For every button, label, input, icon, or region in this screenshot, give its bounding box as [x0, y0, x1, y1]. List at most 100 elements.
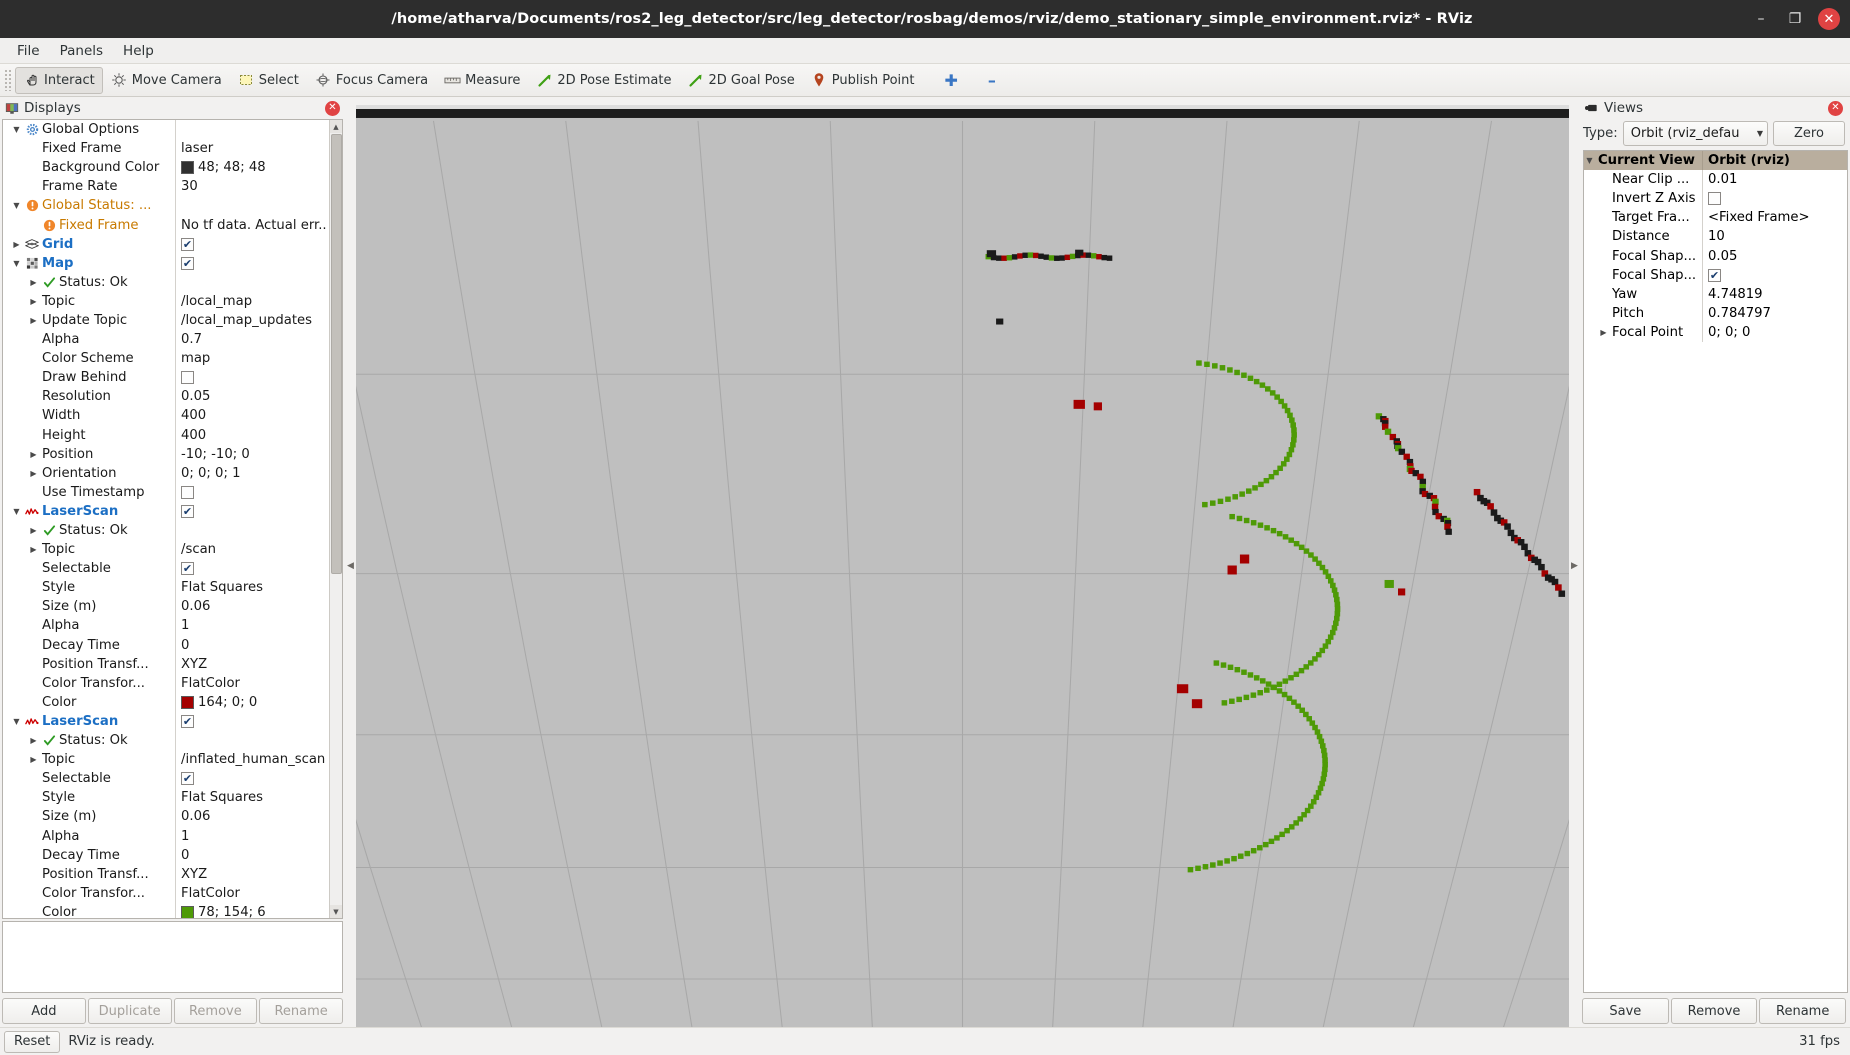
display-property-row[interactable]: Fixed Frame No tf data. Actual err..: [3, 215, 329, 235]
display-property-row[interactable]: Draw Behind: [3, 368, 329, 388]
close-button[interactable]: ✕: [1818, 8, 1840, 30]
display-property-row[interactable]: Color Transfor... FlatColor: [3, 673, 329, 693]
display-property-row[interactable]: Selectable ✔: [3, 769, 329, 789]
property-value-cell[interactable]: /local_map: [175, 291, 329, 311]
displays-tree[interactable]: Global OptionsFixed FramelaserBackground…: [3, 120, 329, 918]
checkbox[interactable]: [1708, 192, 1721, 206]
color-swatch[interactable]: [181, 905, 194, 918]
chevron-right-icon[interactable]: [1598, 328, 1609, 337]
tool-2d-goal-pose[interactable]: 2D Goal Pose: [679, 67, 802, 94]
display-property-row[interactable]: Topic/inflated_human_scan: [3, 750, 329, 770]
display-property-row[interactable]: Global Options: [3, 120, 329, 140]
property-value-cell[interactable]: 1: [175, 826, 329, 846]
property-value-cell[interactable]: -10; -10; 0: [175, 444, 329, 464]
view-property-row[interactable]: Near Clip ... 0.01: [1584, 170, 1847, 190]
view-property-value-cell[interactable]: ✔: [1702, 265, 1847, 285]
checkbox[interactable]: ✔: [181, 256, 194, 270]
display-property-row[interactable]: Global Status: ...: [3, 196, 329, 216]
display-property-row[interactable]: Alpha 1: [3, 616, 329, 636]
view-property-value-cell[interactable]: 0; 0; 0: [1702, 322, 1847, 342]
property-value-cell[interactable]: 0.06: [175, 597, 329, 617]
property-value-cell[interactable]: ✔: [175, 253, 329, 273]
display-property-row[interactable]: Color 164; 0; 0: [3, 692, 329, 712]
view-property-row[interactable]: Pitch 0.784797: [1584, 303, 1847, 323]
property-value-cell[interactable]: ✔: [175, 559, 329, 579]
checkbox[interactable]: [181, 485, 194, 499]
property-value-cell[interactable]: 30: [175, 177, 329, 197]
display-property-row[interactable]: Selectable ✔: [3, 559, 329, 579]
view-property-value-cell[interactable]: 10: [1702, 227, 1847, 247]
property-value-cell[interactable]: [175, 731, 329, 751]
display-property-row[interactable]: Color Transfor... FlatColor: [3, 883, 329, 903]
displays-scrollbar[interactable]: ▲ ▼: [329, 120, 342, 918]
3d-render-view[interactable]: [356, 105, 1569, 1027]
add-tool-icon[interactable]: ✚: [936, 67, 965, 94]
close-icon[interactable]: ✕: [1828, 100, 1843, 116]
menu-help[interactable]: Help: [114, 40, 163, 62]
property-value-cell[interactable]: 0.7: [175, 330, 329, 350]
tool-select[interactable]: Select: [230, 67, 307, 94]
view-property-value-cell[interactable]: 0.01: [1702, 170, 1847, 190]
display-property-row[interactable]: Alpha 1: [3, 826, 329, 846]
chevron-right-icon[interactable]: [28, 755, 39, 764]
close-icon[interactable]: ✕: [325, 100, 340, 116]
tool-2d-pose-estimate[interactable]: 2D Pose Estimate: [528, 67, 679, 94]
display-property-row[interactable]: LaserScan ✔: [3, 501, 329, 521]
views-tree[interactable]: Current View Orbit (rviz) Near Clip ... 0.0…: [1583, 150, 1848, 993]
rename-view-button[interactable]: Rename: [1759, 998, 1847, 1024]
tool-move-camera[interactable]: Move Camera: [103, 67, 230, 94]
display-property-row[interactable]: Use Timestamp: [3, 482, 329, 502]
chevron-right-icon[interactable]: [28, 297, 39, 306]
property-value-cell[interactable]: [175, 120, 329, 140]
checkbox[interactable]: ✔: [181, 237, 194, 251]
property-value-cell[interactable]: [175, 272, 329, 292]
property-value-cell[interactable]: [175, 520, 329, 541]
chevron-right-icon[interactable]: [28, 278, 39, 287]
tool-focus-camera[interactable]: Focus Camera: [307, 67, 436, 94]
display-property-row[interactable]: Color 78; 154; 6: [3, 902, 329, 918]
tool-publish-point[interactable]: Publish Point: [803, 67, 923, 94]
display-property-row[interactable]: Update Topic/local_map_updates: [3, 310, 329, 331]
chevron-right-icon[interactable]: [28, 316, 39, 325]
property-value-cell[interactable]: 1: [175, 616, 329, 636]
view-property-row[interactable]: Distance 10: [1584, 227, 1847, 247]
view-property-row[interactable]: Focal Shap... ✔: [1584, 265, 1847, 285]
display-property-row[interactable]: LaserScan ✔: [3, 711, 329, 731]
property-value-cell[interactable]: 0: [175, 635, 329, 655]
display-property-row[interactable]: Background Color 48; 48; 48: [3, 158, 329, 178]
view-property-value-cell[interactable]: 0.05: [1702, 246, 1847, 266]
color-swatch[interactable]: [181, 161, 194, 175]
display-property-row[interactable]: Alpha 0.7: [3, 330, 329, 350]
chevron-right-icon[interactable]: [28, 736, 39, 745]
property-value-cell[interactable]: FlatColor: [175, 673, 329, 693]
property-value-cell[interactable]: 48; 48; 48: [175, 158, 329, 178]
checkbox[interactable]: ✔: [181, 504, 194, 518]
save-view-button[interactable]: Save: [1582, 998, 1669, 1024]
right-splitter-handle[interactable]: ▶: [1569, 105, 1580, 1027]
display-property-row[interactable]: Topic/local_map: [3, 291, 329, 311]
view-property-row[interactable]: Invert Z Axis: [1584, 189, 1847, 209]
view-property-row[interactable]: Focal Point 0; 0; 0: [1584, 322, 1847, 342]
property-value-cell[interactable]: [175, 368, 329, 388]
display-property-row[interactable]: Topic/scan: [3, 540, 329, 560]
zero-view-button[interactable]: Zero: [1773, 121, 1845, 146]
property-value-cell[interactable]: /inflated_human_scan: [175, 750, 329, 770]
display-property-row[interactable]: Width 400: [3, 406, 329, 426]
property-value-cell[interactable]: 0.05: [175, 387, 329, 407]
checkbox[interactable]: ✔: [1708, 268, 1721, 282]
chevron-down-icon[interactable]: [11, 125, 22, 134]
chevron-right-icon[interactable]: [11, 240, 22, 249]
property-value-cell[interactable]: 164; 0; 0: [175, 692, 329, 712]
display-property-row[interactable]: Size (m) 0.06: [3, 597, 329, 617]
property-value-cell[interactable]: 400: [175, 425, 329, 445]
checkbox[interactable]: ✔: [181, 772, 194, 786]
property-value-cell[interactable]: ✔: [175, 501, 329, 521]
reset-button[interactable]: Reset: [4, 1030, 61, 1053]
view-property-row[interactable]: Focal Shap... 0.05: [1584, 246, 1847, 266]
menu-file[interactable]: File: [8, 40, 49, 62]
property-value-cell[interactable]: XYZ: [175, 864, 329, 884]
chevron-down-icon[interactable]: [11, 259, 22, 268]
display-property-row[interactable]: Decay Time 0: [3, 845, 329, 865]
chevron-right-icon[interactable]: [28, 450, 39, 459]
color-swatch[interactable]: [181, 695, 194, 709]
